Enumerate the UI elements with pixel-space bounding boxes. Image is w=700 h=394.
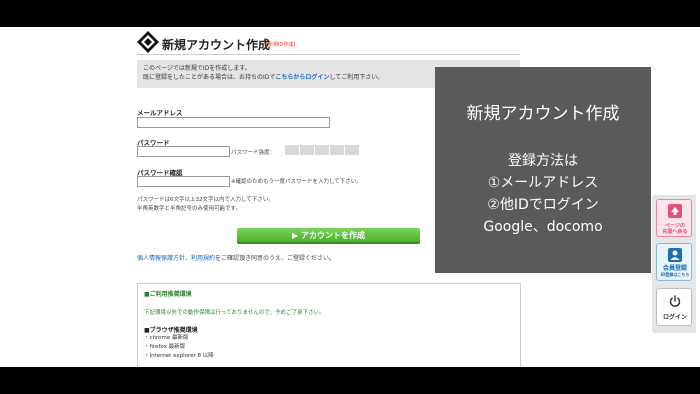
email-field[interactable] [137, 117, 330, 128]
member-register-label: 会員登録 ID登録はこちら [657, 266, 693, 278]
terms-link[interactable]: 利用規約 [191, 255, 215, 262]
page-title: 新規アカウント作成 [162, 38, 271, 52]
strength-segment [315, 145, 329, 155]
power-icon [669, 295, 681, 307]
browser-item: ・chrome 最新版 [144, 335, 189, 341]
create-account-button[interactable]: ▶ アカウントを作成 [237, 228, 420, 244]
password-rules-note: パスワードは6文字以上32文字以内で入力して下さい。 半角英数字と半角記号のみ使… [137, 196, 274, 214]
overlay-title: 新規アカウント作成 [466, 104, 620, 124]
info-text: 既に登録をしたことがある場合は、お持ちのIDで [143, 74, 276, 81]
password-rule-2: 半角英数字と半角記号のみ使用可能です。 [137, 206, 241, 212]
recommended-environment-box: ■ご利用推奨環境 下記環境以外での動作保障は行っておりませんので、予めご了承下さ… [137, 283, 521, 367]
confirm-password-hint: ※確認のためもう一度パスワードを入力して下さい。 [231, 179, 362, 185]
overlay-line: 登録方法は [508, 153, 578, 169]
email-label: メールアドレス [137, 109, 183, 117]
password-strength-meter [285, 145, 359, 155]
privacy-policy-link[interactable]: 個人情報保護方針 [137, 255, 185, 262]
logo-icon [137, 31, 159, 53]
confirm-password-field[interactable] [137, 176, 230, 187]
strength-segment [330, 145, 344, 155]
back-to-top-button[interactable]: ページの 先頭へ戻る [656, 199, 692, 237]
password-strength-label: パスワード強度： [231, 150, 276, 156]
overlay-line: ①メールアドレス [487, 175, 599, 191]
browser-item: ・Internet explorer 8 以降 [144, 353, 214, 359]
member-register-label-sub: ID登録はこちら [660, 272, 690, 277]
password-rule-1: パスワードは6文字以上32文字以内で入力して下さい。 [137, 197, 274, 203]
agreement-rest: をご確認頂き同意のうえ、ご登録ください。 [215, 255, 336, 262]
browser-heading: ■ブラウザ推奨環境 [144, 327, 198, 334]
annotation-overlay: 新規アカウント作成 登録方法は ①メールアドレス ②他IDでログイン Googl… [435, 67, 651, 273]
login-label: ログイン [662, 314, 687, 321]
login-link[interactable]: こちらからログイン [275, 74, 329, 81]
side-nav: ページの 先頭へ戻る 会員登録 ID登録はこちら ログイン [652, 195, 696, 333]
member-register-button[interactable]: 会員登録 ID登録はこちら [656, 243, 692, 281]
back-to-top-label-2: 先頭へ戻る [662, 229, 688, 235]
overlay-lines: 登録方法は ①メールアドレス ②他IDでログイン Google、docomo [435, 150, 651, 238]
password-field[interactable] [137, 146, 230, 157]
back-to-top-label: ページの 先頭へ戻る [657, 223, 693, 235]
browser-item: ・firefox 最新版 [144, 344, 186, 350]
strength-segment [285, 145, 299, 155]
overlay-line: ②他IDでログイン [487, 197, 599, 213]
environment-warning: 下記環境以外での動作保障は行っておりませんので、予めご了承下さい。 [144, 310, 325, 316]
login-button[interactable]: ログイン [656, 288, 692, 326]
environment-heading: ■ご利用推奨環境 [144, 291, 192, 298]
user-icon [668, 248, 682, 262]
overlay-line: Google、docomo [483, 219, 603, 235]
strength-segment [345, 145, 359, 155]
agreement-text: 個人情報保護方針、利用規約をご確認頂き同意のうえ、ご登録ください。 [137, 253, 335, 262]
arrow-up-icon [668, 204, 682, 218]
title-divider [137, 54, 520, 55]
info-text-end: してご利用下さい。 [329, 74, 384, 81]
strength-segment [300, 145, 314, 155]
page-subtitle: [新規ID作成] [266, 42, 296, 48]
